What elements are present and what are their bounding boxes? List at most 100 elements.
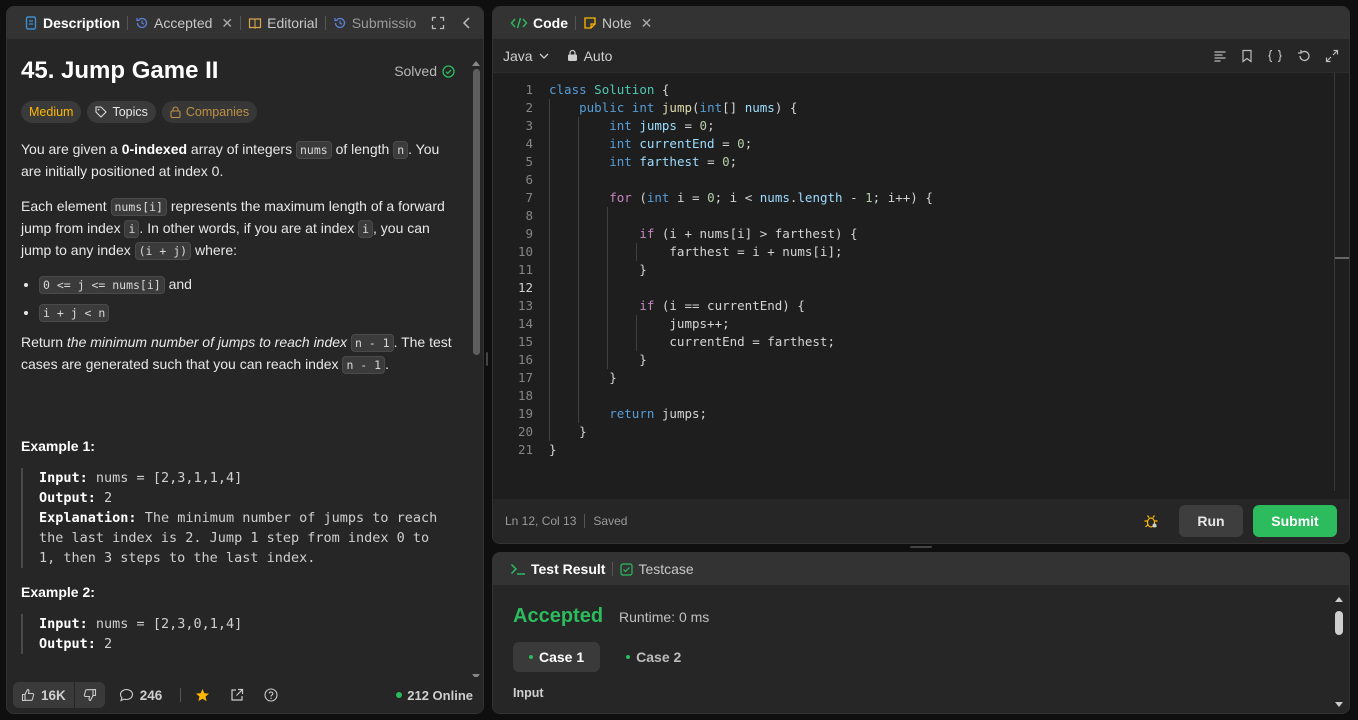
tab-testcase[interactable]: Testcase [613, 553, 700, 585]
description-scrollbar[interactable] [472, 61, 480, 679]
code-line[interactable]: 2 public int jump(int[] nums) { [493, 99, 1349, 117]
editor-toolbar: Java Auto [493, 39, 1349, 73]
history-icon [135, 16, 149, 30]
close-icon[interactable]: ✕ [641, 15, 653, 32]
status-dot [626, 655, 631, 659]
mode-label: Auto [583, 47, 613, 64]
scroll-up-arrow[interactable] [472, 61, 480, 66]
code-line[interactable]: 20 } [493, 423, 1349, 441]
case-tab-2[interactable]: Case 2 [610, 642, 697, 672]
case-tab-1[interactable]: Case 1 [513, 642, 601, 672]
scroll-down-arrow[interactable] [1335, 702, 1343, 707]
editor-scrollbar[interactable] [1334, 73, 1335, 491]
tab-test-result[interactable]: Test Result [503, 553, 612, 585]
scrollbar-thumb[interactable] [1335, 611, 1343, 635]
code-tabbar: Code Note ✕ [493, 7, 1349, 39]
code-line[interactable]: 1 class Solution { [493, 81, 1349, 99]
line-number: 3 [525, 118, 533, 133]
code-line[interactable]: 6 [493, 171, 1349, 189]
description-paragraph: Each element nums[i] represents the maxi… [21, 198, 445, 260]
code-line[interactable]: 11 } [493, 261, 1349, 279]
help-icon[interactable] [264, 688, 278, 702]
online-label: 212 Online [407, 687, 473, 703]
lock-icon [567, 49, 578, 62]
line-number: 19 [517, 406, 533, 421]
format-icon[interactable] [1213, 49, 1227, 63]
star-icon[interactable] [195, 688, 210, 703]
input-label: Input [513, 686, 544, 700]
code-line[interactable]: 8 [493, 207, 1349, 225]
tab-note[interactable]: Note ✕ [576, 7, 659, 39]
language-select[interactable]: Java [503, 48, 549, 64]
code-line[interactable]: 19 return jumps; [493, 405, 1349, 423]
code-line[interactable]: 21} [493, 441, 1349, 459]
scrollbar-thumb[interactable] [473, 69, 480, 355]
vote-group: 16K [13, 682, 105, 708]
run-button[interactable]: Run [1179, 505, 1243, 537]
tab-submissions[interactable]: Submissio [326, 7, 418, 39]
companies-chip[interactable]: Companies [161, 101, 258, 123]
document-icon [24, 16, 38, 30]
verdict: Accepted [513, 605, 604, 627]
like-button[interactable]: 16K [13, 682, 74, 708]
code-line-text: class Solution { [549, 82, 670, 97]
tab-description[interactable]: Description [17, 7, 127, 39]
code-line-text: farthest = i + nums[i]; [549, 244, 843, 259]
auto-mode-toggle[interactable]: Auto [567, 47, 613, 64]
code-line[interactable]: 17 } [493, 369, 1349, 387]
code-line[interactable]: 5 int farthest = 0; [493, 153, 1349, 171]
code-line[interactable]: 13 if (i == currentEnd) { [493, 297, 1349, 315]
result-tabbar: Test Result Testcase [493, 553, 1349, 585]
list-item: 0 <= j <= nums[i] and [39, 276, 453, 294]
case-label: Case 1 [539, 649, 585, 665]
editor-scroll-marker [1335, 257, 1349, 259]
editor-statusbar: Ln 12, Col 13 Saved Run Submit [493, 499, 1349, 543]
expand-icon[interactable] [1325, 49, 1339, 63]
code-line-text: } [549, 424, 587, 439]
description-paragraph: Return the minimum number of jumps to re… [21, 334, 452, 374]
debug-icon[interactable] [1143, 513, 1159, 529]
line-number: 5 [525, 154, 533, 169]
dislike-button[interactable] [75, 682, 105, 708]
collapse-panel-icon[interactable] [461, 16, 473, 30]
close-icon[interactable]: ✕ [221, 15, 233, 32]
indent-guide [636, 243, 637, 261]
code-line[interactable]: 14 jumps++; [493, 315, 1349, 333]
share-icon[interactable] [230, 688, 244, 702]
topics-chip[interactable]: Topics [87, 101, 156, 123]
tab-code[interactable]: Code [503, 7, 575, 39]
line-number: 2 [525, 100, 533, 115]
code-line[interactable]: 10 farthest = i + nums[i]; [493, 243, 1349, 261]
code-editor[interactable]: 1 class Solution {2 public int jump(int[]… [493, 73, 1349, 499]
code-line[interactable]: 7 for (int i = 0; i < nums.length - 1; i… [493, 189, 1349, 207]
line-number: 13 [517, 298, 533, 313]
note-icon [583, 16, 597, 30]
vertical-resize-handle[interactable] [486, 352, 488, 366]
page-title: 45. Jump Game II [21, 57, 219, 84]
code-line[interactable]: 4 int currentEnd = 0; [493, 135, 1349, 153]
comment-count: 246 [139, 687, 163, 703]
history-icon [333, 16, 347, 30]
code-line[interactable]: 15 currentEnd = farthest; [493, 333, 1349, 351]
save-status: Saved [593, 514, 628, 528]
line-number: 15 [517, 334, 533, 349]
result-scrollbar[interactable] [1335, 597, 1343, 707]
code-line[interactable]: 18 [493, 387, 1349, 405]
maximize-icon[interactable] [431, 16, 445, 30]
language-label: Java [503, 47, 533, 64]
horizontal-resize-handle[interactable] [910, 546, 932, 548]
description-footer: 16K 246 212 Online [7, 677, 483, 713]
code-line[interactable]: 9 if (i + nums[i] > farthest) { [493, 225, 1349, 243]
code-line[interactable]: 3 int jumps = 0; [493, 117, 1349, 135]
bookmark-icon[interactable] [1241, 49, 1253, 63]
reset-icon[interactable] [1297, 49, 1311, 63]
braces-icon[interactable] [1267, 49, 1283, 63]
scroll-up-arrow[interactable] [1335, 597, 1343, 602]
code-line[interactable]: 16 } [493, 351, 1349, 369]
comments-button[interactable]: 246 [119, 687, 163, 703]
code-line-text: currentEnd = farthest; [549, 334, 835, 349]
tab-editorial[interactable]: Editorial [241, 7, 325, 39]
tab-accepted[interactable]: Accepted ✕ [128, 7, 240, 39]
submit-button[interactable]: Submit [1253, 505, 1337, 537]
code-line[interactable]: 12 [493, 279, 1349, 297]
